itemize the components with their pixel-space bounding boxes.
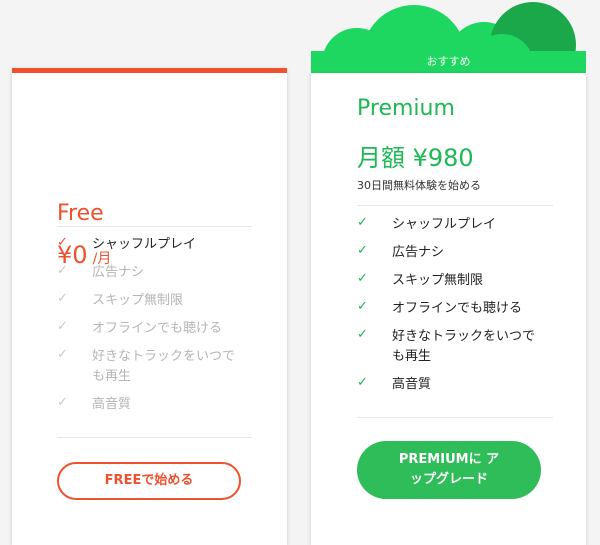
premium-feature-label: 広告ナシ [392,245,445,260]
recommended-ribbon: おすすめ [311,51,586,73]
check-icon: ✓ [357,271,368,286]
free-accent-bar [12,68,287,73]
premium-upgrade-button[interactable]: PREMIUMに ア ップグレード [357,441,541,499]
free-divider-top [57,226,252,227]
check-icon: ✓ [57,319,68,334]
check-icon: ✓ [57,263,68,278]
free-feature-label: 高音質 [92,397,132,412]
check-icon: ✓ [357,215,368,230]
check-icon: ✓ [357,243,368,258]
free-feature-label: スキップ無制限 [92,293,184,308]
free-feature-label: 広告ナシ [92,265,145,280]
check-icon: ✓ [357,375,368,390]
premium-plan-title: Premium [357,96,455,121]
premium-divider-top [357,205,553,206]
premium-feature-label: シャッフルプレイ [392,217,497,232]
free-plan-title: Free [57,201,104,226]
free-feature-label-line1: 好きなトラックをいつで [92,349,236,364]
premium-feature-label: スキップ無制限 [392,273,484,288]
free-feature-label: シャッフルプレイ [92,237,197,252]
premium-button-line2: ップグレード [409,472,488,487]
check-icon: ✓ [357,299,368,314]
premium-feature-list: ✓ シャッフルプレイ ✓ 広告ナシ ✓ スキップ無制限 ✓ オフラインでも聴ける… [357,215,557,405]
premium-feature-label-line2: も再生 [392,349,432,364]
free-feature-label: オフラインでも聴ける [92,321,223,336]
check-icon: ✓ [57,235,68,250]
free-divider-bottom [57,437,252,438]
free-feature-label-line2: も再生 [92,369,132,384]
premium-divider-bottom [357,417,553,418]
premium-plan-price: 月額 ¥980 [357,144,474,172]
check-icon: ✓ [357,327,368,342]
check-icon: ✓ [57,395,68,410]
check-icon: ✓ [57,347,68,362]
premium-trial-text: 30日間無料体験を始める [357,179,481,192]
premium-feature-label-line1: 好きなトラックをいつで [392,329,536,344]
premium-button-line1: PREMIUMに ア [398,452,500,467]
premium-feature-label: オフラインでも聴ける [392,301,523,316]
free-plan-card: Free ¥0 /月 ✓ シャッフルプレイ ✓ 広告ナシ ✓ スキップ無制限 ✓… [12,68,287,545]
free-feature-list: ✓ シャッフルプレイ ✓ 広告ナシ ✓ スキップ無制限 ✓ オフラインでも聴ける… [57,235,257,435]
premium-plan-card: Premium 月額 ¥980 30日間無料体験を始める ✓ シャッフルプレイ … [311,73,586,545]
free-start-button[interactable]: FREEで始める [57,462,241,500]
premium-feature-label: 高音質 [392,377,432,392]
check-icon: ✓ [57,291,68,306]
